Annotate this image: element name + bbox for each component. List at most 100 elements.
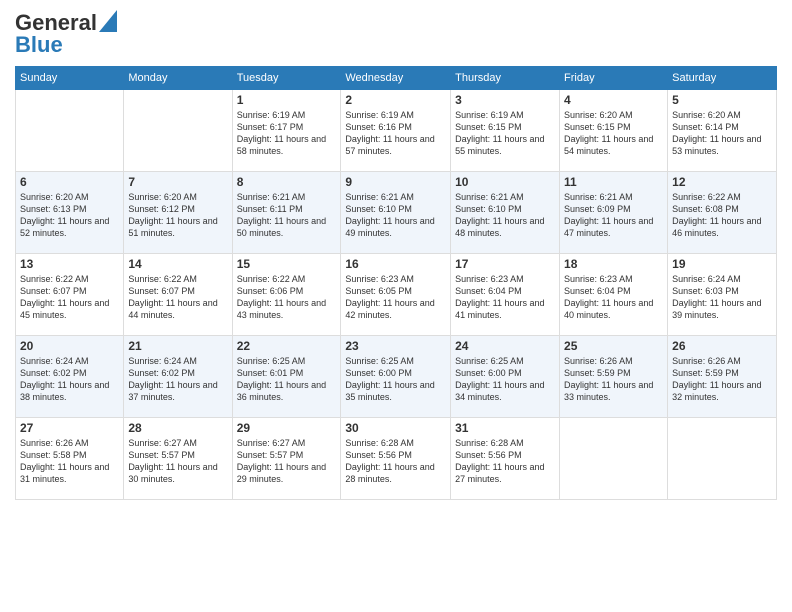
weekday-header: Friday	[560, 67, 668, 90]
day-number: 25	[564, 339, 663, 353]
cell-info: Sunrise: 6:22 AM Sunset: 6:08 PM Dayligh…	[672, 191, 772, 240]
cell-info: Sunrise: 6:24 AM Sunset: 6:02 PM Dayligh…	[128, 355, 227, 404]
day-number: 21	[128, 339, 227, 353]
day-number: 19	[672, 257, 772, 271]
cell-info: Sunrise: 6:20 AM Sunset: 6:15 PM Dayligh…	[564, 109, 663, 158]
calendar-cell: 1Sunrise: 6:19 AM Sunset: 6:17 PM Daylig…	[232, 90, 341, 172]
day-number: 1	[237, 93, 337, 107]
day-number: 6	[20, 175, 119, 189]
cell-info: Sunrise: 6:20 AM Sunset: 6:13 PM Dayligh…	[20, 191, 119, 240]
calendar-header-row: SundayMondayTuesdayWednesdayThursdayFrid…	[16, 67, 777, 90]
weekday-header: Sunday	[16, 67, 124, 90]
cell-info: Sunrise: 6:21 AM Sunset: 6:11 PM Dayligh…	[237, 191, 337, 240]
day-number: 17	[455, 257, 555, 271]
weekday-header: Monday	[124, 67, 232, 90]
calendar-cell: 30 Sunrise: 6:28 AM Sunset: 5:56 PM Dayli…	[341, 418, 451, 500]
calendar-cell: 4Sunrise: 6:20 AM Sunset: 6:15 PM Daylig…	[560, 90, 668, 172]
cell-info: Sunrise: 6:21 AM Sunset: 6:10 PM Dayligh…	[455, 191, 555, 240]
calendar-cell	[560, 418, 668, 500]
calendar-cell: 20 Sunrise: 6:24 AM Sunset: 6:02 PM Dayli…	[16, 336, 124, 418]
day-number: 16	[345, 257, 446, 271]
day-number: 31	[455, 421, 555, 435]
calendar-cell: 5 Sunrise: 6:20 AM Sunset: 6:14 PM Daylig…	[668, 90, 777, 172]
weekday-header: Thursday	[451, 67, 560, 90]
cell-info: Sunrise: 6:22 AM Sunset: 6:07 PM Dayligh…	[128, 273, 227, 322]
calendar-cell: 15 Sunrise: 6:22 AM Sunset: 6:06 PM Dayli…	[232, 254, 341, 336]
day-number: 28	[128, 421, 227, 435]
day-number: 7	[128, 175, 227, 189]
logo-triangle-icon	[99, 10, 117, 32]
logo: General Blue	[15, 10, 117, 58]
cell-info: Sunrise: 6:26 AM Sunset: 5:58 PM Dayligh…	[20, 437, 119, 486]
day-number: 29	[237, 421, 337, 435]
calendar-cell: 19 Sunrise: 6:24 AM Sunset: 6:03 PM Dayli…	[668, 254, 777, 336]
day-number: 10	[455, 175, 555, 189]
calendar-cell: 18 Sunrise: 6:23 AM Sunset: 6:04 PM Dayli…	[560, 254, 668, 336]
logo-blue: Blue	[15, 32, 63, 58]
calendar-cell: 29 Sunrise: 6:27 AM Sunset: 5:57 PM Dayli…	[232, 418, 341, 500]
day-number: 8	[237, 175, 337, 189]
day-number: 18	[564, 257, 663, 271]
cell-info: Sunrise: 6:20 AM Sunset: 6:12 PM Dayligh…	[128, 191, 227, 240]
day-number: 2	[345, 93, 446, 107]
calendar-cell: 26 Sunrise: 6:26 AM Sunset: 5:59 PM Dayli…	[668, 336, 777, 418]
day-number: 22	[237, 339, 337, 353]
cell-info: Sunrise: 6:27 AM Sunset: 5:57 PM Dayligh…	[128, 437, 227, 486]
cell-info: Sunrise: 6:24 AM Sunset: 6:02 PM Dayligh…	[20, 355, 119, 404]
day-number: 12	[672, 175, 772, 189]
weekday-header: Saturday	[668, 67, 777, 90]
calendar-cell: 21 Sunrise: 6:24 AM Sunset: 6:02 PM Dayli…	[124, 336, 232, 418]
cell-info: Sunrise: 6:19 AM Sunset: 6:16 PM Dayligh…	[345, 109, 446, 158]
calendar-cell: 7 Sunrise: 6:20 AM Sunset: 6:12 PM Daylig…	[124, 172, 232, 254]
cell-info: Sunrise: 6:26 AM Sunset: 5:59 PM Dayligh…	[564, 355, 663, 404]
cell-info: Sunrise: 6:28 AM Sunset: 5:56 PM Dayligh…	[455, 437, 555, 486]
calendar-cell: 14 Sunrise: 6:22 AM Sunset: 6:07 PM Dayli…	[124, 254, 232, 336]
calendar-week-row: 1Sunrise: 6:19 AM Sunset: 6:17 PM Daylig…	[16, 90, 777, 172]
calendar-week-row: 27 Sunrise: 6:26 AM Sunset: 5:58 PM Dayli…	[16, 418, 777, 500]
cell-info: Sunrise: 6:26 AM Sunset: 5:59 PM Dayligh…	[672, 355, 772, 404]
day-number: 14	[128, 257, 227, 271]
calendar-cell	[16, 90, 124, 172]
cell-info: Sunrise: 6:20 AM Sunset: 6:14 PM Dayligh…	[672, 109, 772, 158]
calendar-cell: 9 Sunrise: 6:21 AM Sunset: 6:10 PM Daylig…	[341, 172, 451, 254]
day-number: 30	[345, 421, 446, 435]
day-number: 9	[345, 175, 446, 189]
calendar-table: SundayMondayTuesdayWednesdayThursdayFrid…	[15, 66, 777, 500]
cell-info: Sunrise: 6:22 AM Sunset: 6:07 PM Dayligh…	[20, 273, 119, 322]
day-number: 27	[20, 421, 119, 435]
calendar-week-row: 20 Sunrise: 6:24 AM Sunset: 6:02 PM Dayli…	[16, 336, 777, 418]
header: General Blue	[15, 10, 777, 58]
day-number: 11	[564, 175, 663, 189]
calendar-week-row: 13 Sunrise: 6:22 AM Sunset: 6:07 PM Dayli…	[16, 254, 777, 336]
cell-info: Sunrise: 6:25 AM Sunset: 6:01 PM Dayligh…	[237, 355, 337, 404]
day-number: 24	[455, 339, 555, 353]
cell-info: Sunrise: 6:21 AM Sunset: 6:10 PM Dayligh…	[345, 191, 446, 240]
calendar-cell: 28 Sunrise: 6:27 AM Sunset: 5:57 PM Dayli…	[124, 418, 232, 500]
calendar-cell	[668, 418, 777, 500]
calendar-cell: 10 Sunrise: 6:21 AM Sunset: 6:10 PM Dayli…	[451, 172, 560, 254]
cell-info: Sunrise: 6:23 AM Sunset: 6:05 PM Dayligh…	[345, 273, 446, 322]
calendar-cell: 25 Sunrise: 6:26 AM Sunset: 5:59 PM Dayli…	[560, 336, 668, 418]
calendar-cell: 6 Sunrise: 6:20 AM Sunset: 6:13 PM Daylig…	[16, 172, 124, 254]
day-number: 15	[237, 257, 337, 271]
day-number: 26	[672, 339, 772, 353]
cell-info: Sunrise: 6:24 AM Sunset: 6:03 PM Dayligh…	[672, 273, 772, 322]
cell-info: Sunrise: 6:23 AM Sunset: 6:04 PM Dayligh…	[455, 273, 555, 322]
cell-info: Sunrise: 6:28 AM Sunset: 5:56 PM Dayligh…	[345, 437, 446, 486]
calendar-cell: 11Sunrise: 6:21 AM Sunset: 6:09 PM Dayli…	[560, 172, 668, 254]
day-number: 20	[20, 339, 119, 353]
cell-info: Sunrise: 6:25 AM Sunset: 6:00 PM Dayligh…	[455, 355, 555, 404]
day-number: 3	[455, 93, 555, 107]
cell-info: Sunrise: 6:22 AM Sunset: 6:06 PM Dayligh…	[237, 273, 337, 322]
calendar-cell: 31 Sunrise: 6:28 AM Sunset: 5:56 PM Dayli…	[451, 418, 560, 500]
day-number: 13	[20, 257, 119, 271]
calendar-cell: 17 Sunrise: 6:23 AM Sunset: 6:04 PM Dayli…	[451, 254, 560, 336]
calendar-cell: 8 Sunrise: 6:21 AM Sunset: 6:11 PM Daylig…	[232, 172, 341, 254]
cell-info: Sunrise: 6:23 AM Sunset: 6:04 PM Dayligh…	[564, 273, 663, 322]
page: General Blue SundayMondayTuesdayWednesda…	[0, 0, 792, 612]
day-number: 5	[672, 93, 772, 107]
cell-info: Sunrise: 6:27 AM Sunset: 5:57 PM Dayligh…	[237, 437, 337, 486]
calendar-cell: 27 Sunrise: 6:26 AM Sunset: 5:58 PM Dayli…	[16, 418, 124, 500]
calendar-cell: 13 Sunrise: 6:22 AM Sunset: 6:07 PM Dayli…	[16, 254, 124, 336]
cell-info: Sunrise: 6:25 AM Sunset: 6:00 PM Dayligh…	[345, 355, 446, 404]
